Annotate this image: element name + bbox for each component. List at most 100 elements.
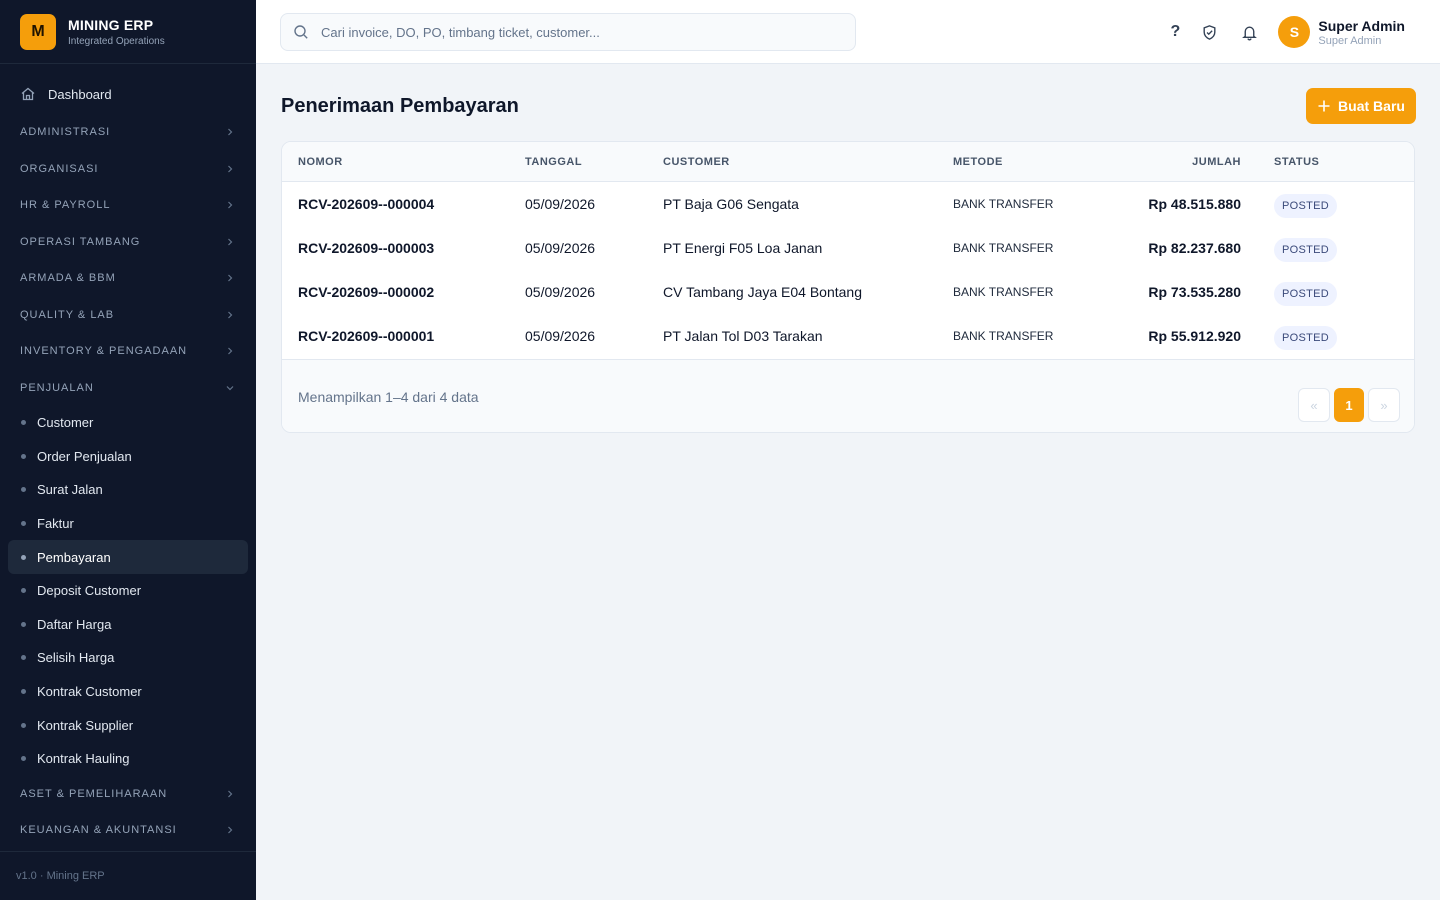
cell-tanggal: 05/09/2026 (525, 328, 596, 344)
sidebar-item-faktur[interactable]: Faktur (8, 507, 248, 541)
column-header-nomor[interactable]: NOMOR (298, 142, 343, 182)
sidebar-section-aset-and-pemeliharaan[interactable]: ASET & PEMELIHARAAN (8, 776, 248, 813)
bullet-icon (21, 722, 26, 728)
sidebar-item-pembayaran[interactable]: Pembayaran (8, 540, 248, 574)
sidebar-item-surat-jalan[interactable]: Surat Jalan (8, 473, 248, 507)
column-header-status[interactable]: STATUS (1274, 142, 1319, 182)
chevron-right-icon (224, 126, 236, 138)
table-row[interactable]: RCV-202609--000004 05/09/2026 PT Baja G06 … (282, 182, 1414, 226)
sidebar-section-operasi-tambang[interactable]: OPERASI TAMBANG (8, 224, 248, 261)
cell-metode: BANK TRANSFER (953, 329, 1054, 343)
shield-check-icon[interactable] (1200, 23, 1218, 41)
bullet-icon (21, 554, 26, 560)
cell-customer: PT Jalan Tol D03 Tarakan (663, 328, 823, 344)
sidebar-section-organisasi[interactable]: ORGANISASI (8, 151, 248, 188)
pagination-prev[interactable]: « (1298, 388, 1330, 422)
topbar: ? S Super Admin Super Admin (256, 0, 1440, 64)
chevron-right-icon (224, 199, 236, 211)
bullet-icon (21, 420, 26, 426)
bullet-icon (21, 689, 26, 695)
sidebar-item-daftar-harga[interactable]: Daftar Harga (8, 608, 248, 642)
sidebar-item-dashboard[interactable]: Dashboard (8, 78, 248, 110)
sidebar-item-label: Order Penjualan (37, 448, 132, 464)
cell-nomor[interactable]: RCV-202609--000001 (298, 314, 434, 358)
column-header-jumlah[interactable]: JUMLAH (1192, 142, 1241, 182)
bullet-icon (21, 453, 26, 459)
cell-metode: BANK TRANSFER (953, 197, 1054, 211)
table-row[interactable]: RCV-202609--000003 05/09/2026 PT Energi F0… (282, 226, 1414, 270)
pagination-next[interactable]: » (1368, 388, 1400, 422)
sidebar-item-label: Selisih Harga (37, 650, 115, 666)
table-body: RCV-202609--000004 05/09/2026 PT Baja G06 … (282, 182, 1414, 358)
bullet-icon (21, 756, 26, 762)
sidebar-item-order-penjualan[interactable]: Order Penjualan (8, 440, 248, 474)
cell-jumlah: Rp 82.237.680 (1148, 240, 1241, 256)
sidebar-section-label: OPERASI TAMBANG (20, 235, 141, 248)
cell-tanggal: 05/09/2026 (525, 284, 596, 300)
cell-nomor[interactable]: RCV-202609--000003 (298, 226, 434, 270)
brand-name: MINING ERP (68, 16, 154, 33)
bullet-icon (21, 487, 26, 493)
sidebar-section-keuangan-and-akuntansi[interactable]: KEUANGAN & AKUNTANSI (8, 812, 248, 849)
search-input[interactable] (321, 24, 841, 40)
search-box[interactable] (280, 13, 856, 51)
pagination-summary: Menampilkan 1–4 dari 4 data (298, 389, 479, 405)
sidebar-section-hr-and-payroll[interactable]: HR & PAYROLL (8, 187, 248, 224)
plus-icon (1317, 99, 1331, 113)
cell-nomor[interactable]: RCV-202609--000004 (298, 182, 434, 226)
brand[interactable]: M MINING ERP Integrated Operations (0, 0, 256, 64)
page-title: Penerimaan Pembayaran (281, 95, 519, 117)
sidebar-section-label: PENJUALAN (20, 381, 94, 394)
sidebar-item-label: Faktur (37, 516, 74, 532)
user-menu[interactable]: Super Admin Super Admin (1318, 18, 1405, 47)
status-badge: POSTED (1274, 282, 1338, 306)
cell-customer: PT Energi F05 Loa Janan (663, 240, 823, 256)
sidebar-item-label: Pembayaran (37, 549, 111, 565)
cell-customer: CV Tambang Jaya E04 Bontang (663, 284, 862, 300)
table-row[interactable]: RCV-202609--000001 05/09/2026 PT Jalan Tol… (282, 314, 1414, 358)
sidebar-section-label: INVENTORY & PENGADAAN (20, 345, 188, 358)
bullet-icon (21, 621, 26, 627)
sidebar-section-quality-and-lab[interactable]: QUALITY & LAB (8, 297, 248, 334)
sidebar-section-label: ORGANISASI (20, 162, 99, 175)
chevron-right-icon (224, 345, 236, 357)
status-badge: POSTED (1274, 194, 1338, 218)
sidebar-section-label: HR & PAYROLL (20, 199, 111, 212)
pagination-page-current[interactable]: 1 (1334, 388, 1364, 422)
bullet-icon (21, 588, 26, 594)
sidebar-item-kontrak-hauling[interactable]: Kontrak Hauling (8, 742, 248, 776)
column-header-customer[interactable]: CUSTOMER (663, 142, 730, 182)
column-header-metode[interactable]: METODE (953, 142, 1003, 182)
cell-jumlah: Rp 48.515.880 (1148, 196, 1241, 212)
sidebar-item-label: Customer (37, 415, 94, 431)
cell-tanggal: 05/09/2026 (525, 240, 596, 256)
cell-customer: PT Baja G06 Sengata (663, 196, 799, 212)
table-row[interactable]: RCV-202609--000002 05/09/2026 CV Tambang J… (282, 270, 1414, 314)
cell-nomor[interactable]: RCV-202609--000002 (298, 270, 434, 314)
create-new-button[interactable]: Buat Baru (1306, 88, 1416, 124)
cell-jumlah: Rp 73.535.280 (1148, 284, 1241, 300)
sidebar-item-deposit-customer[interactable]: Deposit Customer (8, 574, 248, 608)
sidebar-item-kontrak-customer[interactable]: Kontrak Customer (8, 675, 248, 709)
sidebar-section-administrasi[interactable]: ADMINISTRASI (8, 114, 248, 151)
sidebar-section-armada-and-bbm[interactable]: ARMADA & BBM (8, 260, 248, 297)
sidebar-section-label: ARMADA & BBM (20, 272, 116, 285)
sidebar-item-selisih-harga[interactable]: Selisih Harga (8, 641, 248, 675)
avatar[interactable]: S (1278, 16, 1311, 48)
pagination: « 1 » (1298, 388, 1400, 422)
sidebar-item-customer[interactable]: Customer (8, 406, 248, 440)
sidebar-item-kontrak-supplier[interactable]: Kontrak Supplier (8, 708, 248, 742)
sidebar-item-label: Dashboard (48, 86, 112, 102)
chevron-right-icon (224, 309, 236, 321)
column-header-tanggal[interactable]: TANGGAL (525, 142, 582, 182)
sidebar-item-label: Deposit Customer (37, 583, 142, 599)
search-icon (293, 24, 309, 40)
sidebar-section-inventory-and-pengadaan[interactable]: INVENTORY & PENGADAAN (8, 333, 248, 370)
bell-icon[interactable] (1240, 23, 1258, 41)
status-badge: POSTED (1274, 238, 1338, 262)
brand-subtitle: Integrated Operations (68, 35, 165, 47)
sidebar-item-label: Surat Jalan (37, 482, 103, 498)
sidebar-section-penjualan[interactable]: PENJUALAN (8, 370, 248, 407)
bullet-icon (21, 655, 26, 661)
help-icon[interactable]: ? (1166, 23, 1184, 41)
